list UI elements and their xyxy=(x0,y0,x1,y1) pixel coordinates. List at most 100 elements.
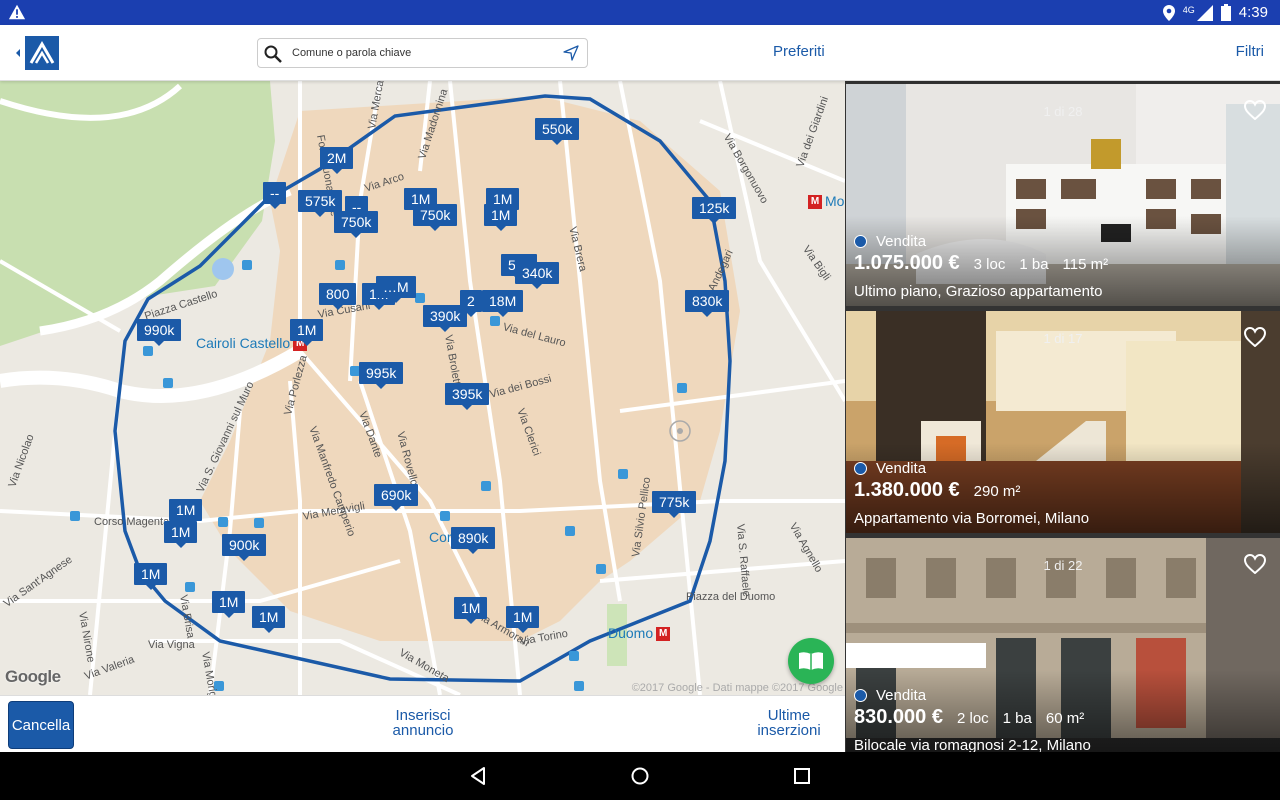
filtri-button[interactable]: Filtri xyxy=(1236,43,1264,60)
price-pin[interactable]: 1M xyxy=(169,499,203,526)
recents-icon[interactable] xyxy=(792,766,812,786)
google-logo: Google xyxy=(5,667,61,686)
listing-card[interactable]: 1 di 22 Vendita 830.000 € 2 loc 1 ba 60 … xyxy=(846,538,1280,752)
map-view[interactable]: Via Mercato Via Madonnina Foro Buonapart… xyxy=(0,81,845,695)
price-pin[interactable]: 1M xyxy=(506,606,540,633)
listing-rooms: 2 loc xyxy=(956,710,989,727)
transit-stop-icon xyxy=(574,681,584,691)
battery-icon xyxy=(1220,4,1231,21)
price-pin[interactable]: 750k xyxy=(334,211,379,238)
price-pin[interactable]: 690k xyxy=(374,484,419,511)
price-pin[interactable]: 750k xyxy=(413,204,458,231)
transit-stop-icon xyxy=(565,526,575,536)
listing-panel[interactable]: 1 di 28 Vendita 1.075.000 € 3 loc 1 ba 1… xyxy=(845,81,1280,752)
metro-icon: M xyxy=(656,627,671,642)
price-pin[interactable]: 1M xyxy=(484,204,518,231)
guide-button[interactable] xyxy=(788,638,834,684)
back-home-button[interactable] xyxy=(14,35,60,71)
transit-stop-icon xyxy=(185,582,195,592)
price-pin[interactable]: 340k xyxy=(515,262,560,289)
type-dot-icon xyxy=(854,462,867,475)
photo-counter: 1 di 17 xyxy=(1043,331,1083,346)
ultime-inserzioni-button[interactable]: Ultime inserzioni xyxy=(748,708,830,738)
transit-stop-icon xyxy=(143,346,153,356)
price-pin[interactable]: 990k xyxy=(137,319,182,346)
back-icon[interactable] xyxy=(468,766,488,786)
search-bar[interactable] xyxy=(257,38,588,68)
transit-stop-icon xyxy=(254,518,264,528)
preferiti-button[interactable]: Preferiti xyxy=(773,43,825,60)
listing-price: 1.075.000 € xyxy=(854,252,960,274)
price-pin[interactable]: 390k xyxy=(423,305,468,332)
listing-area: 60 m² xyxy=(1045,710,1085,727)
status-bar: 4G 4:39 xyxy=(0,0,1280,25)
street-label: Piazza del Duomo xyxy=(686,591,776,603)
price-pin[interactable]: 995k xyxy=(359,362,404,389)
listing-area: 290 m² xyxy=(973,483,1021,500)
transit-stop-icon xyxy=(677,383,687,393)
price-pin[interactable]: -- xyxy=(263,182,287,209)
favorite-heart-icon[interactable] xyxy=(1244,327,1266,347)
price-pin[interactable]: 1M xyxy=(212,591,246,618)
transit-stop-icon xyxy=(481,481,491,491)
listing-price: 830.000 € xyxy=(854,706,943,728)
price-pin[interactable]: 1M xyxy=(454,597,488,624)
listing-title: Appartamento via Borromei, Milano xyxy=(854,510,1090,527)
listing-type: Vendita xyxy=(854,460,926,477)
place-label-cordusio: Cor xyxy=(429,529,452,545)
inserisci-annuncio-button[interactable]: Inserisci annuncio xyxy=(384,708,462,738)
listing-card[interactable]: 1 di 28 Vendita 1.075.000 € 3 loc 1 ba 1… xyxy=(846,84,1280,306)
price-pin[interactable]: 575k xyxy=(298,190,343,217)
place-label-duomo: Duomo M xyxy=(608,625,671,642)
price-pin[interactable]: 2M xyxy=(320,147,354,174)
price-pin[interactable]: 900k xyxy=(222,534,267,561)
price-pin[interactable]: 800 xyxy=(319,283,357,310)
listing-type: Vendita xyxy=(854,687,926,704)
price-pin[interactable]: 830k xyxy=(685,290,730,317)
book-icon xyxy=(799,652,823,670)
metro-icon: M xyxy=(808,195,822,210)
transit-stop-icon xyxy=(335,260,345,270)
listing-card[interactable]: 1 di 17 Vendita 1.380.000 € 290 m² Appar… xyxy=(846,311,1280,533)
price-pin[interactable]: 550k xyxy=(535,118,580,145)
listing-title: Ultimo piano, Grazioso appartamento xyxy=(854,283,1103,300)
price-row: 830.000 € 2 loc 1 ba 60 m² xyxy=(854,706,1084,729)
my-location-icon[interactable] xyxy=(563,45,579,61)
price-row: 1.075.000 € 3 loc 1 ba 115 m² xyxy=(854,252,1108,275)
price-pin[interactable]: 1M xyxy=(290,319,324,346)
transit-stop-icon xyxy=(163,378,173,388)
home-icon[interactable] xyxy=(630,766,650,786)
price-row: 1.380.000 € 290 m² xyxy=(854,479,1020,502)
location-icon xyxy=(1162,4,1175,21)
listing-type: Vendita xyxy=(854,233,926,250)
cancella-button[interactable]: Cancella xyxy=(8,701,74,749)
favorite-heart-icon[interactable] xyxy=(1244,554,1266,574)
transit-stop-icon xyxy=(242,260,252,270)
price-pin[interactable]: 1M xyxy=(164,521,198,548)
transit-stop-icon xyxy=(70,511,80,521)
price-pin[interactable]: 395k xyxy=(445,383,490,410)
transit-stop-icon xyxy=(415,293,425,303)
search-input[interactable] xyxy=(292,43,552,63)
price-pin[interactable]: 1M xyxy=(134,563,168,590)
price-pin[interactable]: 18M xyxy=(482,290,524,317)
street-label: Corso Magenta xyxy=(94,516,170,528)
price-pin[interactable]: 1M xyxy=(252,606,286,633)
price-pin[interactable]: …M xyxy=(376,276,416,303)
app-logo xyxy=(25,36,59,70)
price-pin[interactable]: 125k xyxy=(692,197,737,224)
price-pin[interactable]: 890k xyxy=(451,527,496,554)
app-bar: Preferiti Filtri xyxy=(0,25,1280,81)
place-label-montenapoleone: M Mo xyxy=(808,193,844,210)
type-dot-icon xyxy=(854,689,867,702)
warning-icon xyxy=(8,4,26,20)
photo-counter: 1 di 22 xyxy=(1043,558,1083,573)
price-pin[interactable]: 775k xyxy=(652,491,697,518)
favorite-heart-icon[interactable] xyxy=(1244,100,1266,120)
listing-rooms: 3 loc xyxy=(973,256,1006,273)
listing-baths: 1 ba xyxy=(1002,710,1032,727)
search-icon xyxy=(264,45,282,63)
app-screen: 4G 4:39 Preferiti Filtri xyxy=(0,0,1280,800)
transit-stop-icon xyxy=(596,564,606,574)
signal-icon xyxy=(1196,4,1213,21)
